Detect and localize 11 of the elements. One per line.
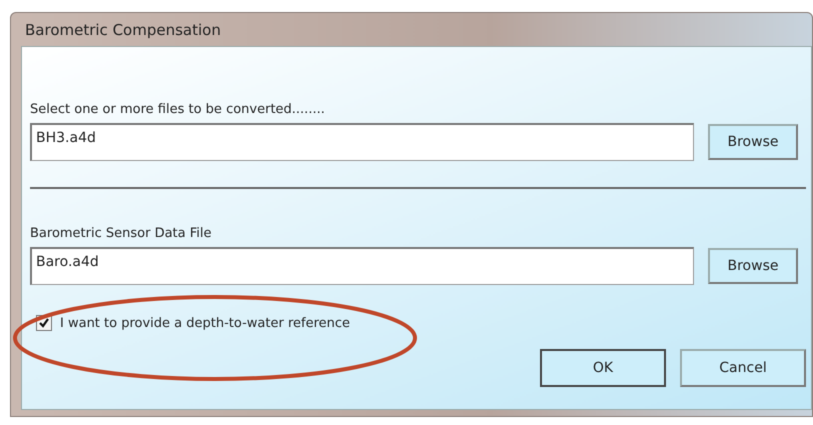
browse-button[interactable]: Browse	[708, 124, 798, 160]
cancel-button[interactable]: Cancel	[680, 349, 806, 387]
ok-button[interactable]: OK	[540, 349, 666, 387]
window-title: Barometric Compensation	[25, 20, 221, 38]
file-path-field[interactable]: Baro.a4d	[30, 247, 694, 285]
browse-button[interactable]: Browse	[708, 248, 798, 284]
checkbox-label: I want to provide a depth-to-water reference	[60, 316, 350, 330]
checkmark-icon	[38, 317, 50, 329]
field-label: Barometric Sensor Data File	[30, 226, 213, 241]
file-path-field[interactable]: BH3.a4d	[30, 123, 694, 161]
field-label: Select one or more files to be converted........	[30, 102, 326, 117]
